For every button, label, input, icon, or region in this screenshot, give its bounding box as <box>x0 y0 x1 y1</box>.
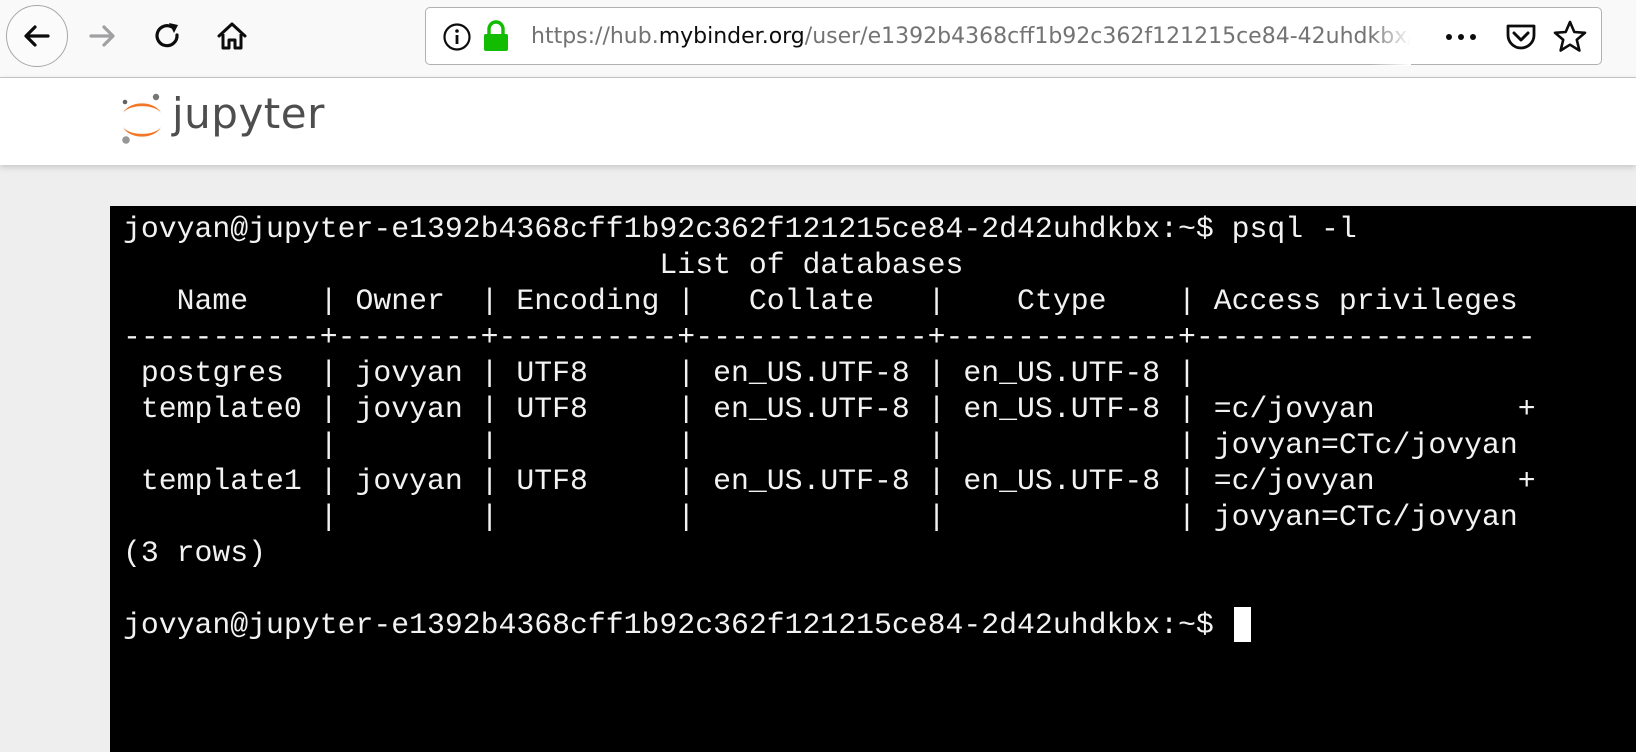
home-button[interactable] <box>210 14 254 58</box>
url-domain: mybinder.org <box>658 24 805 49</box>
url-text[interactable]: https://hub.mybinder.org/user/e1392b4368… <box>531 8 1411 66</box>
terminal-line: List of databases <box>123 247 1636 283</box>
back-arrow-icon <box>24 25 50 47</box>
reload-icon <box>155 23 179 48</box>
reload-button[interactable] <box>146 14 190 58</box>
forward-button[interactable] <box>80 14 124 58</box>
bookmark-star-icon[interactable] <box>1552 19 1588 55</box>
terminal-line: jovyan@jupyter-e1392b4368cff1b92c362f121… <box>123 211 1636 247</box>
terminal-line-text: jovyan@jupyter-e1392b4368cff1b92c362f121… <box>123 608 1232 642</box>
terminal[interactable]: jovyan@jupyter-e1392b4368cff1b92c362f121… <box>110 206 1636 752</box>
terminal-line: (3 rows) <box>123 535 1636 571</box>
pocket-icon[interactable] <box>1504 21 1538 53</box>
terminal-line-text: List of databases <box>123 248 964 282</box>
back-button[interactable] <box>6 5 68 67</box>
jupyter-header: jupyter <box>0 78 1636 165</box>
terminal-line: postgres | jovyan | UTF8 | en_US.UTF-8 |… <box>123 355 1636 391</box>
terminal-line-text: (3 rows) <box>123 536 267 570</box>
terminal-line-text: Name | Owner | Encoding | Collate | Ctyp… <box>123 284 1518 318</box>
forward-arrow-icon <box>89 25 115 47</box>
terminal-line-text: -----------+--------+----------+--------… <box>123 320 1536 354</box>
terminal-line: template0 | jovyan | UTF8 | en_US.UTF-8 … <box>123 391 1636 427</box>
url-path: /user/e1392b4368cff1b92c362f121215ce84-4… <box>804 24 1411 49</box>
url-prefix: https://hub. <box>531 24 659 49</box>
terminal-line-text: | | | | | jovyan=CTc/jovyan <box>123 428 1518 462</box>
url-bar[interactable]: https://hub.mybinder.org/user/e1392b4368… <box>425 7 1602 66</box>
jupyter-logo-icon[interactable] <box>118 90 166 148</box>
terminal-line: template1 | jovyan | UTF8 | en_US.UTF-8 … <box>123 463 1636 499</box>
home-icon <box>217 22 247 50</box>
terminal-line-text: template1 | jovyan | UTF8 | en_US.UTF-8 … <box>123 464 1536 498</box>
more-dots-icon[interactable] <box>1441 22 1481 52</box>
jupyter-logo-text[interactable]: jupyter <box>172 84 325 144</box>
terminal-cursor <box>1233 607 1251 642</box>
terminal-line-text: jovyan@jupyter-e1392b4368cff1b92c362f121… <box>123 212 1357 246</box>
lock-icon[interactable] <box>482 20 510 52</box>
terminal-line-text: postgres | jovyan | UTF8 | en_US.UTF-8 |… <box>123 356 1196 390</box>
terminal-line: | | | | | jovyan=CTc/jovyan <box>123 427 1636 463</box>
browser-toolbar: https://hub.mybinder.org/user/e1392b4368… <box>0 0 1636 78</box>
terminal-line-text: template0 | jovyan | UTF8 | en_US.UTF-8 … <box>123 392 1536 426</box>
terminal-line: -----------+--------+----------+--------… <box>123 319 1636 355</box>
info-icon[interactable] <box>442 22 472 52</box>
terminal-line: Name | Owner | Encoding | Collate | Ctyp… <box>123 283 1636 319</box>
terminal-line-text: | | | | | jovyan=CTc/jovyan <box>123 500 1518 534</box>
terminal-line: jovyan@jupyter-e1392b4368cff1b92c362f121… <box>123 607 1636 643</box>
terminal-line: | | | | | jovyan=CTc/jovyan <box>123 499 1636 535</box>
